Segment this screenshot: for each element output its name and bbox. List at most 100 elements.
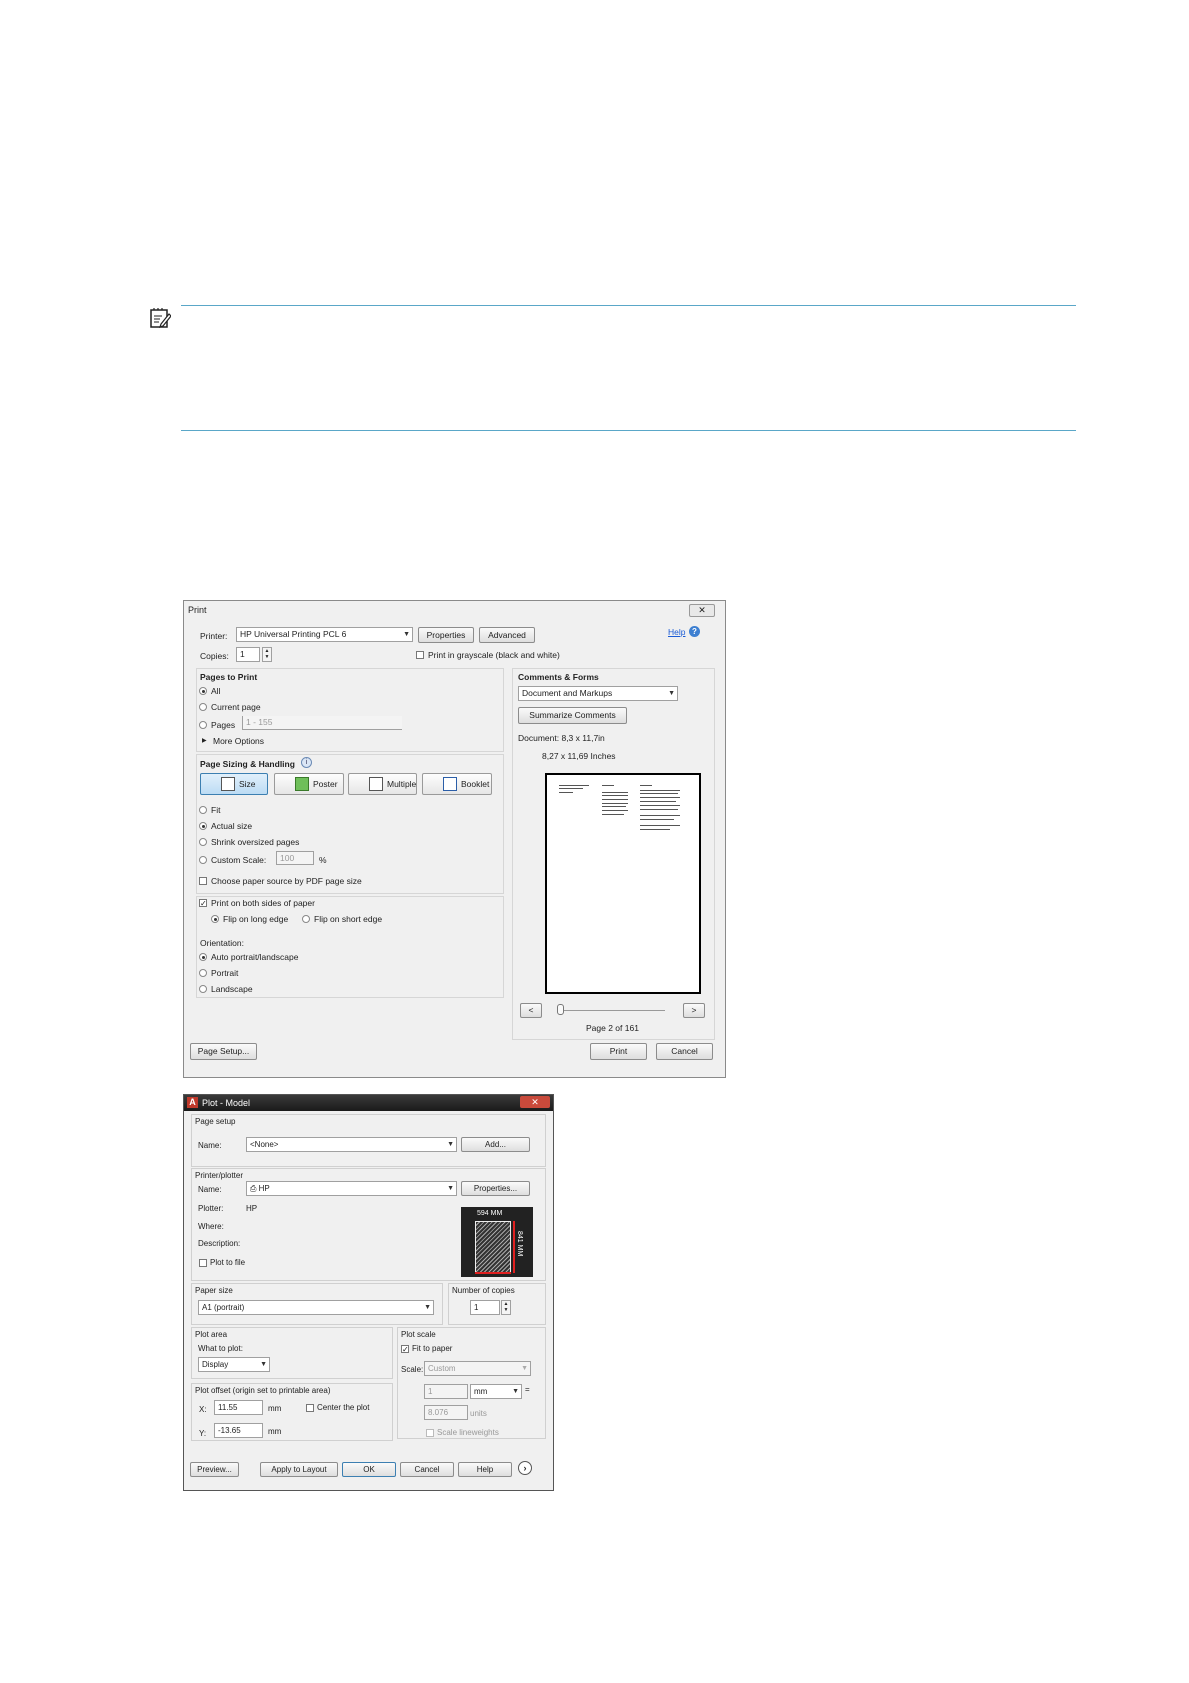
pages-range-input[interactable]: 1 - 155 — [242, 716, 402, 730]
y-offset-input[interactable]: -13.65 — [214, 1423, 263, 1438]
scale-select[interactable]: Custom ▼ — [424, 1361, 531, 1376]
paper-preview: 594 MM 841 MM — [461, 1207, 533, 1277]
advanced-button[interactable]: Advanced — [479, 627, 535, 643]
print-button[interactable]: Print — [590, 1043, 647, 1060]
pages-label: Pages — [211, 720, 236, 730]
expand-arrow-icon[interactable]: › — [518, 1461, 532, 1475]
orientation-heading: Orientation: — [200, 938, 244, 948]
all-label: All — [211, 686, 221, 696]
preview-button[interactable]: Preview... — [190, 1462, 239, 1477]
scale-lineweights-checkbox[interactable] — [426, 1429, 434, 1437]
add-button[interactable]: Add... — [461, 1137, 530, 1152]
custom-scale-input[interactable]: 100 — [276, 851, 314, 865]
grayscale-checkbox[interactable] — [416, 651, 424, 659]
scale-unit-value: mm — [474, 1387, 488, 1396]
printer-heading: Printer/plotter — [195, 1171, 244, 1180]
auto-orientation-radio[interactable] — [199, 953, 207, 961]
long-edge-label: Flip on long edge — [223, 914, 289, 924]
page-slider-track[interactable] — [558, 1010, 665, 1011]
short-edge-radio[interactable] — [302, 915, 310, 923]
summarize-comments-button[interactable]: Summarize Comments — [518, 707, 627, 724]
copies-input[interactable]: 1 — [236, 647, 260, 662]
where-label: Where: — [198, 1222, 224, 1231]
page-slider-thumb[interactable] — [557, 1004, 564, 1015]
properties-button[interactable]: Properties — [418, 627, 474, 643]
scale-value: Custom — [428, 1364, 456, 1373]
printer-name-value: HP — [258, 1184, 270, 1193]
help-icon[interactable]: ? — [689, 626, 700, 637]
copies-heading: Number of copies — [452, 1286, 515, 1295]
apply-to-layout-button[interactable]: Apply to Layout — [260, 1462, 338, 1477]
what-to-plot-value: Display — [202, 1360, 229, 1369]
printer-select[interactable]: HP Universal Printing PCL 6 ▼ — [236, 627, 413, 642]
booklet-icon — [443, 777, 457, 791]
chevron-down-icon: ▼ — [512, 1388, 519, 1395]
paper-source-checkbox[interactable] — [199, 877, 207, 885]
plot-dialog-title: Plot - Model — [202, 1098, 251, 1108]
poster-tab[interactable]: Poster — [274, 773, 344, 795]
printer-name-select[interactable]: ⎙ HP ▼ — [246, 1181, 457, 1196]
next-page-button[interactable]: > — [683, 1003, 705, 1018]
chevron-down-icon: ▼ — [668, 690, 675, 697]
plot-scale-heading: Plot scale — [401, 1330, 436, 1339]
custom-scale-radio[interactable] — [199, 856, 207, 864]
actual-size-radio[interactable] — [199, 822, 207, 830]
scale-value-2-input[interactable]: 8.076 — [424, 1405, 468, 1420]
cancel-button[interactable]: Cancel — [656, 1043, 713, 1060]
copies-label: Copies: — [200, 651, 229, 661]
landscape-radio[interactable] — [199, 985, 207, 993]
page-preview — [545, 773, 701, 994]
both-sides-checkbox[interactable]: ✓ — [199, 899, 207, 908]
center-plot-label: Center the plot — [317, 1403, 370, 1412]
printer-properties-button[interactable]: Properties... — [461, 1181, 530, 1196]
auto-orientation-label: Auto portrait/landscape — [211, 952, 299, 962]
long-edge-radio[interactable] — [211, 915, 219, 923]
paper-source-label: Choose paper source by PDF page size — [211, 876, 362, 886]
plot-cancel-button[interactable]: Cancel — [400, 1462, 454, 1477]
chevron-down-icon: ▼ — [260, 1361, 267, 1368]
prev-page-button[interactable]: < — [520, 1003, 542, 1018]
fit-radio[interactable] — [199, 806, 207, 814]
paper-preview-edge — [475, 1272, 511, 1274]
portrait-radio[interactable] — [199, 969, 207, 977]
close-button[interactable]: ✕ — [689, 604, 715, 617]
page-setup-button[interactable]: Page Setup... — [190, 1043, 257, 1060]
page-setup-heading: Page setup — [195, 1117, 236, 1126]
booklet-tab[interactable]: Booklet — [422, 773, 492, 795]
help-link[interactable]: Help — [668, 627, 685, 637]
plot-area-heading: Plot area — [195, 1330, 228, 1339]
plot-copies-stepper[interactable]: ▲ ▼ — [501, 1300, 511, 1315]
fit-to-paper-label: Fit to paper — [412, 1344, 453, 1353]
triangle-right-icon[interactable]: ▶ — [202, 737, 207, 744]
custom-scale-label: Custom Scale: — [211, 855, 267, 865]
plot-copies-input[interactable]: 1 — [470, 1300, 500, 1315]
shrink-radio[interactable] — [199, 838, 207, 846]
page-setup-select[interactable]: <None> ▼ — [246, 1137, 457, 1152]
size-tab[interactable]: Size — [200, 773, 268, 795]
info-icon[interactable]: i — [301, 757, 312, 768]
what-to-plot-select[interactable]: Display ▼ — [198, 1357, 270, 1372]
current-page-radio[interactable] — [199, 703, 207, 711]
x-offset-input[interactable]: 11.55 — [214, 1400, 263, 1415]
y-offset-unit: mm — [268, 1427, 282, 1436]
size-tab-label: Size — [239, 779, 256, 789]
copies-stepper[interactable]: ▲ ▼ — [262, 647, 272, 662]
multiple-tab[interactable]: Multiple — [348, 773, 417, 795]
all-radio[interactable] — [199, 687, 207, 695]
scale-unit-select[interactable]: mm ▼ — [470, 1384, 522, 1399]
document-size: Document: 8,3 x 11,7in — [518, 733, 605, 743]
more-options-toggle[interactable]: More Options — [213, 736, 264, 746]
comments-select[interactable]: Document and Markups ▼ — [518, 686, 678, 701]
fit-label: Fit — [211, 805, 221, 815]
plot-title-bar: A Plot - Model ✕ — [184, 1095, 553, 1111]
paper-size-select[interactable]: A1 (portrait) ▼ — [198, 1300, 434, 1315]
fit-to-paper-checkbox[interactable]: ✓ — [401, 1345, 409, 1354]
note-icon — [150, 308, 171, 328]
center-plot-checkbox[interactable] — [306, 1404, 314, 1412]
plot-help-button[interactable]: Help — [458, 1462, 512, 1477]
pages-radio[interactable] — [199, 721, 207, 729]
scale-value-1-input[interactable]: 1 — [424, 1384, 468, 1399]
close-button[interactable]: ✕ — [520, 1096, 550, 1108]
ok-button[interactable]: OK — [342, 1462, 396, 1477]
plot-to-file-checkbox[interactable] — [199, 1259, 207, 1267]
